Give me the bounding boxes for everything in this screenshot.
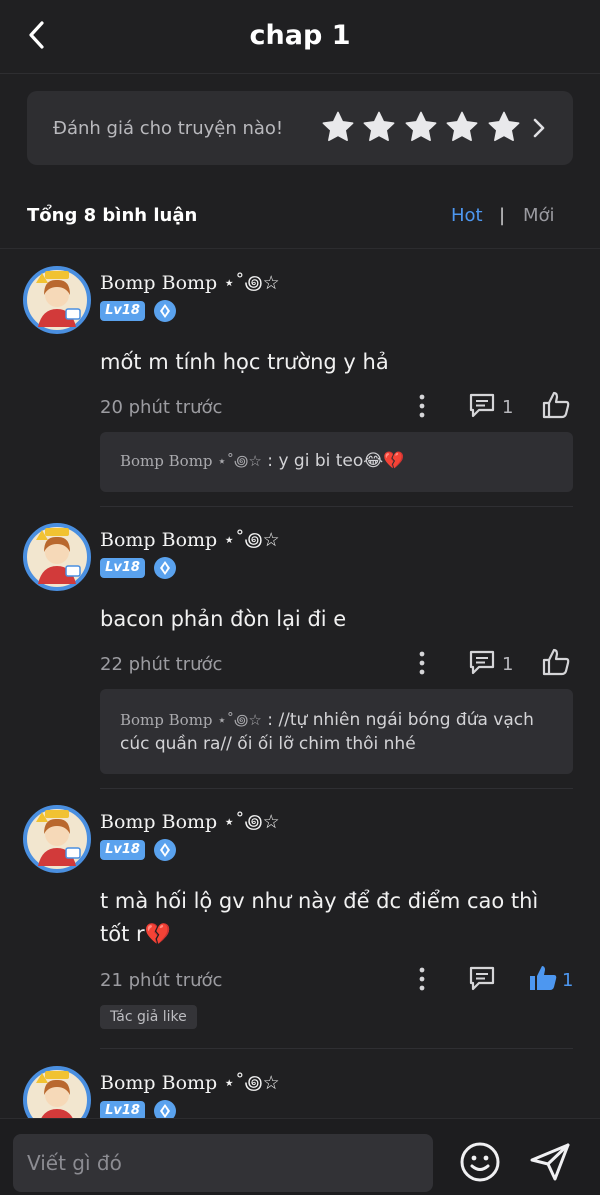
page-title: chap 1	[249, 20, 351, 51]
author-like-badge: Tác giả like	[100, 1005, 197, 1029]
reply-preview[interactable]: Bomp Bomp ⋆˚꩜☆ : //tự nhiên ngái bóng đứ…	[100, 689, 573, 774]
rank-badge-icon	[154, 839, 176, 861]
rank-badge-icon	[154, 300, 176, 322]
star-icon[interactable]	[487, 110, 521, 144]
rating-prompt: Đánh giá cho truyện nào!	[53, 118, 284, 139]
more-options-icon[interactable]	[414, 393, 430, 419]
comment-text: t mà hối lộ gv như này để đc điểm cao th…	[100, 889, 539, 946]
more-options-icon[interactable]	[414, 650, 430, 676]
section-divider	[0, 248, 600, 249]
reply-count: 1	[502, 397, 514, 418]
comment-composer	[0, 1118, 600, 1195]
reply-username: Bomp Bomp ⋆˚꩜☆	[120, 452, 262, 470]
like-count: 1	[562, 970, 574, 991]
reply-separator: :	[261, 710, 279, 730]
thumbs-up-filled-icon[interactable]	[528, 963, 558, 993]
reply-icon[interactable]	[468, 391, 496, 419]
thumbs-up-icon[interactable]	[541, 647, 571, 677]
star-icon[interactable]	[321, 110, 355, 144]
star-icon[interactable]	[445, 110, 479, 144]
comment-input[interactable]	[13, 1134, 433, 1192]
comment-time: 21 phút trước	[100, 970, 223, 991]
comment-divider	[100, 788, 573, 789]
avatar[interactable]	[22, 804, 92, 874]
level-badge: Lv18	[100, 840, 145, 860]
more-options-icon[interactable]	[414, 966, 430, 992]
reply-count: 1	[502, 654, 514, 675]
header-bar: chap 1	[0, 0, 600, 74]
comment-username[interactable]: Bomp Bomp ⋆˚꩜☆	[100, 807, 280, 835]
reply-separator: :	[261, 451, 279, 471]
level-badge: Lv18	[100, 301, 145, 321]
reply-icon[interactable]	[468, 648, 496, 676]
rank-badge-icon	[154, 557, 176, 579]
comment-time: 20 phút trước	[100, 397, 223, 418]
reply-text: y gi bi teo😂💔	[278, 451, 405, 471]
comment-count: Tổng 8 bình luận	[27, 205, 198, 226]
smiley-icon[interactable]	[459, 1141, 501, 1183]
avatar[interactable]	[22, 265, 92, 335]
level-badge: Lv18	[100, 558, 145, 578]
comment-divider	[100, 506, 573, 507]
reply-preview[interactable]: Bomp Bomp ⋆˚꩜☆ : y gi bi teo😂💔	[100, 432, 573, 492]
star-icon[interactable]	[362, 110, 396, 144]
comment-time: 22 phút trước	[100, 654, 223, 675]
comment-text: mốt m tính học trường y hả	[100, 350, 389, 374]
reply-username: Bomp Bomp ⋆˚꩜☆	[120, 711, 262, 729]
comment-username[interactable]: Bomp Bomp ⋆˚꩜☆	[100, 525, 280, 553]
comment-username[interactable]: Bomp Bomp ⋆˚꩜☆	[100, 268, 280, 296]
avatar[interactable]	[22, 522, 92, 592]
chevron-right-icon[interactable]	[530, 116, 548, 140]
sort-new-tab[interactable]: Mới	[523, 205, 555, 226]
reply-icon[interactable]	[468, 964, 496, 992]
sort-hot-tab[interactable]: Hot	[451, 205, 483, 226]
sort-separator: |	[499, 205, 506, 226]
thumbs-up-icon[interactable]	[541, 390, 571, 420]
star-icon[interactable]	[404, 110, 438, 144]
send-icon[interactable]	[528, 1141, 572, 1183]
comment-divider	[100, 1048, 573, 1049]
comment-username[interactable]: Bomp Bomp ⋆˚꩜☆	[100, 1068, 280, 1096]
comment-text: bacon phản đòn lại đi e	[100, 607, 347, 631]
